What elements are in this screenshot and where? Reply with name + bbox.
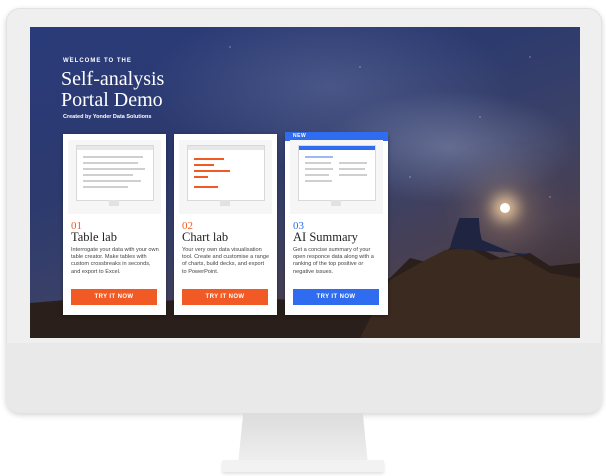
chart-lab-try-button[interactable]: TRY IT NOW (182, 289, 268, 305)
table-lab-try-button[interactable]: TRY IT NOW (71, 289, 157, 305)
monitor-chin (6, 343, 602, 413)
card-description: Interrogate your data with your own tabl… (71, 247, 159, 275)
monitor-base (222, 460, 384, 472)
card-description: Your very own data visualisation tool. C… (182, 247, 270, 275)
card-title: Chart lab (182, 230, 229, 244)
welcome-label: WELCOME TO THE (63, 58, 132, 64)
chart-lab-preview-image (179, 140, 272, 214)
created-by-label: Created by Yonder Data Solutions (63, 114, 152, 120)
card-description: Get a concise summary of your open respo… (293, 247, 374, 275)
title-line-1: Self-analysis (61, 68, 165, 90)
table-lab-preview-image (68, 140, 161, 214)
card-chart-lab: 02 Chart lab Your very own data visualis… (174, 134, 277, 315)
ai-summary-preview-image (290, 140, 383, 214)
ai-summary-try-button[interactable]: TRY IT NOW (293, 289, 379, 305)
portal-screen: WELCOME TO THE Self-analysis Portal Demo… (30, 27, 580, 338)
card-title: Table lab (71, 230, 117, 244)
page-title: Self-analysis Portal Demo (61, 69, 261, 111)
monitor-stand (238, 413, 368, 465)
card-title: AI Summary (293, 230, 358, 244)
card-ai-summary: NEW 03 AI Summary Get a concise summary … (285, 132, 388, 315)
moon-glow (500, 203, 510, 213)
card-table-lab: 01 Table lab Interrogate your data with … (63, 134, 166, 315)
title-line-2: Portal Demo (61, 89, 163, 111)
